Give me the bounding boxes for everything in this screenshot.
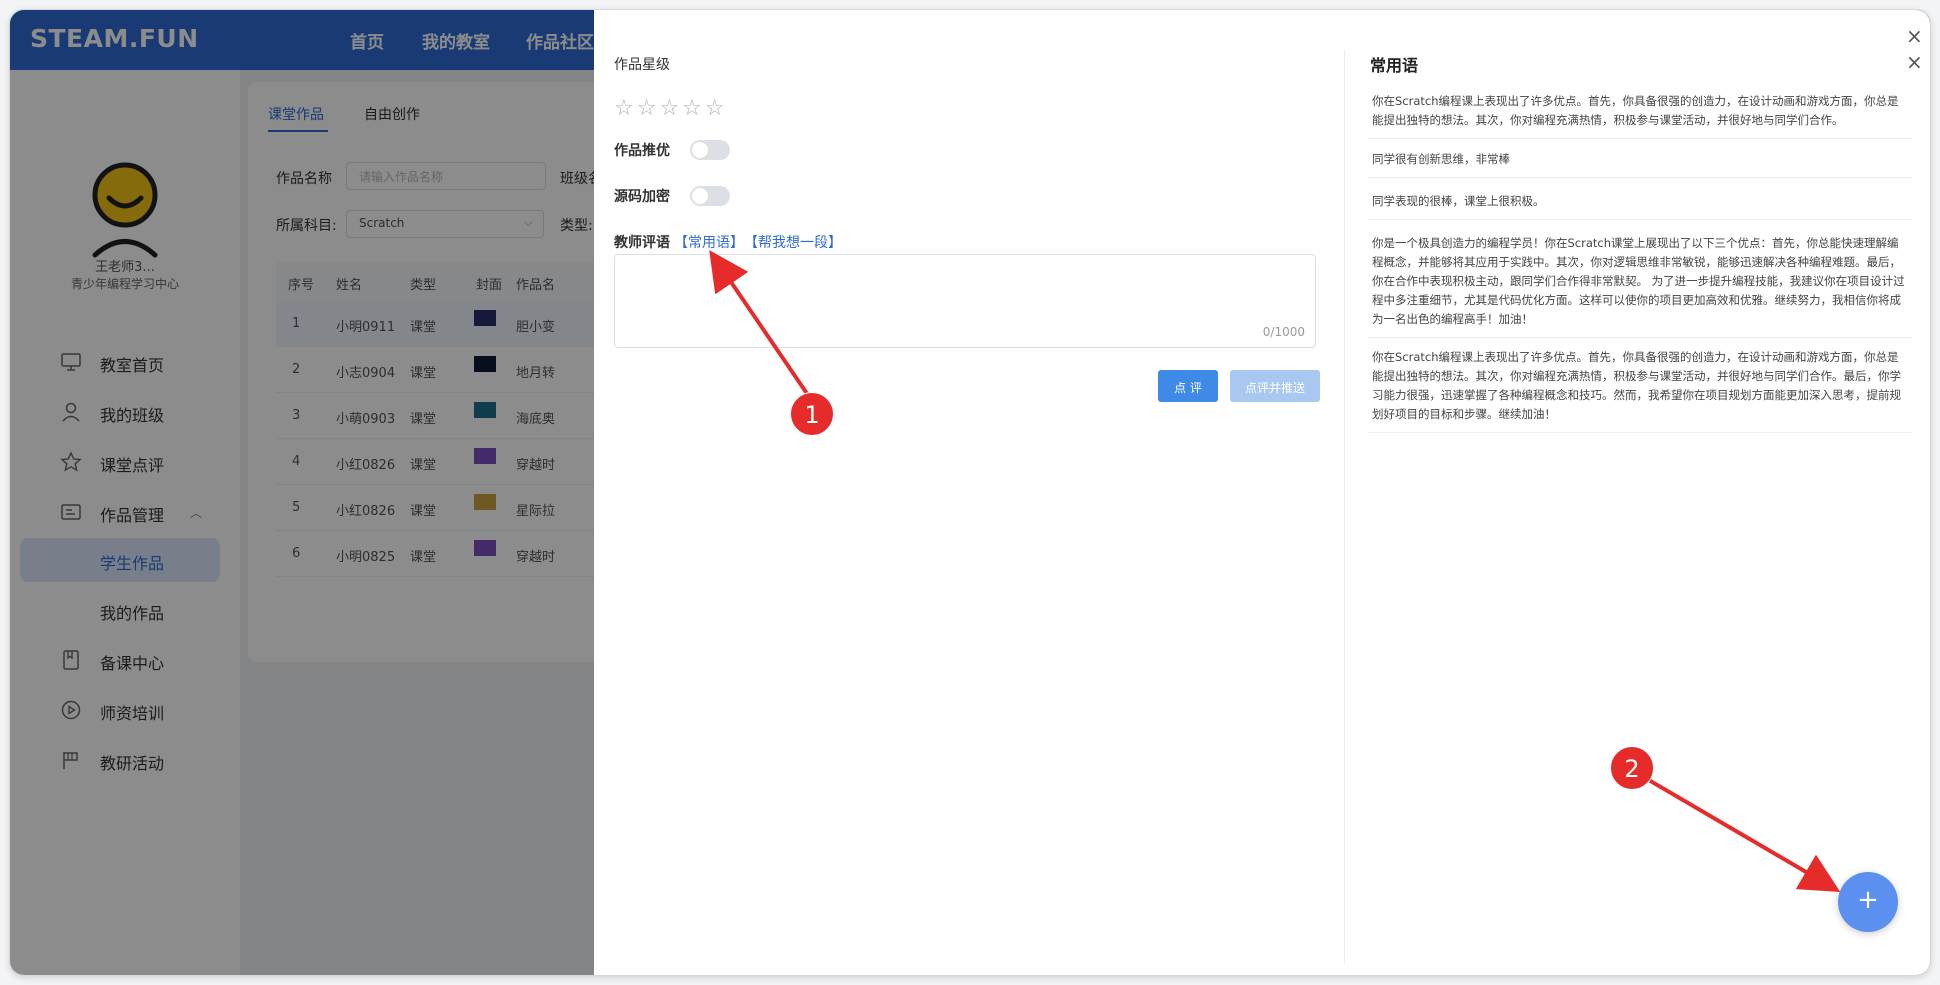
annotation-arrows [709, 250, 1841, 893]
annotation-badge-1: 1 [790, 392, 834, 436]
arrow-2 [1640, 774, 1841, 893]
arrow-1 [709, 250, 812, 400]
annotation-badge-2: 2 [1610, 746, 1654, 790]
app-window: STEAM.FUN 首页 我的教室 作品社区 王老师3... 青少年编程学习中心… [10, 10, 1930, 975]
